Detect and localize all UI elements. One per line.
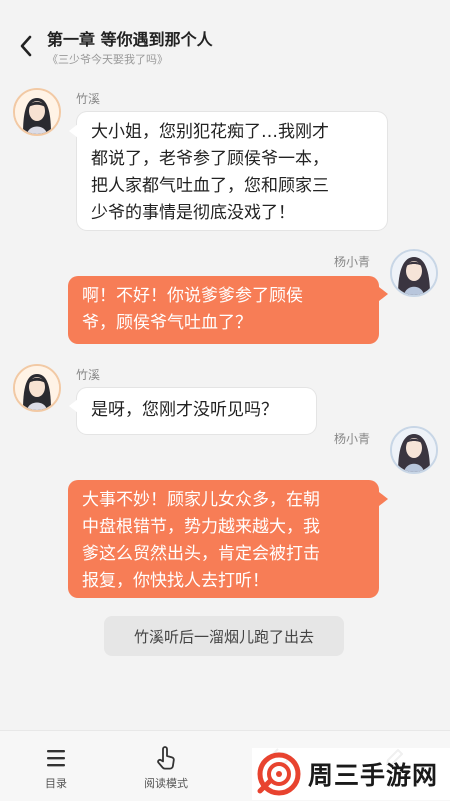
back-button[interactable] (12, 30, 40, 62)
message-bubble: 大小姐，您别犯花痴了…我刚才 都说了，老爷参了顾侯爷一本， 把人家都气吐血了，您… (77, 112, 387, 230)
speaker-name: 杨小青 (334, 255, 371, 269)
message-bubble: 啊！不好！你说爹爹参了顾侯 爷，顾侯爷气吐血了？ (68, 276, 379, 344)
menu-icon (45, 745, 67, 771)
chevron-left-icon (20, 35, 32, 57)
catalog-button[interactable]: 目录 (16, 731, 96, 801)
bubble-tail (69, 399, 78, 413)
speaker-name: 竹溪 (76, 368, 101, 382)
reading-mode-button[interactable]: 阅读模式 (126, 731, 206, 801)
watermark: 周三手游网 (252, 748, 450, 800)
avatar-yangxiaoqing[interactable] (390, 249, 438, 297)
watermark-text: 周三手游网 (308, 761, 439, 790)
chapter-title: 第一章 等你遇到那个人 (47, 30, 213, 49)
message-bubble: 是呀，您刚才没听见吗？ (77, 388, 316, 434)
avatar-zhuxi[interactable] (13, 88, 61, 136)
bubble-tail (379, 492, 388, 506)
reading-mode-label: 阅读模式 (144, 777, 188, 790)
watermark-logo-icon (257, 752, 301, 796)
speaker-name: 竹溪 (76, 92, 101, 106)
avatar-zhuxi[interactable] (13, 364, 61, 412)
speaker-name: 杨小青 (334, 432, 371, 446)
avatar-yangxiaoqing[interactable] (390, 426, 438, 474)
book-title: 《三少爷今天娶我了吗》 (47, 53, 168, 66)
message-bubble: 大事不妙！顾家儿女众多，在朝 中盘根错节，势力越来越大，我 爹这么贸然出头，肯定… (68, 480, 379, 598)
catalog-label: 目录 (45, 777, 67, 790)
narration-text: 竹溪听后一溜烟儿跑了出去 (104, 616, 344, 656)
tap-hand-icon (154, 745, 178, 771)
bubble-tail (69, 124, 78, 138)
bubble-tail (379, 287, 388, 301)
top-bar: 第一章 等你遇到那个人 《三少爷今天娶我了吗》 (0, 0, 450, 74)
